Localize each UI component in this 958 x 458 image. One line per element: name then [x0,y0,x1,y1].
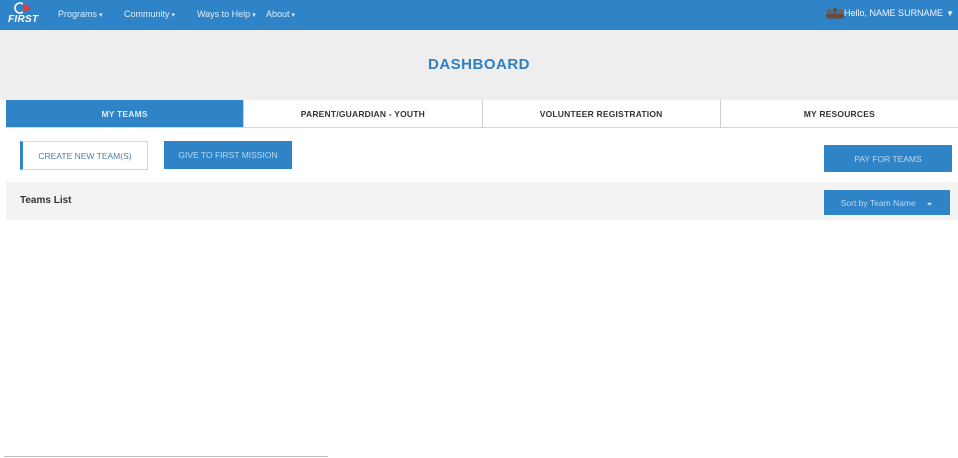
caret-down-icon: ▾ [99,12,103,19]
pay-for-teams-button[interactable]: PAY FOR TEAMS [824,145,952,172]
chevron-down-icon: ⌄ [925,197,934,207]
user-menu[interactable]: Hello, NAME SURNAME ▼ [844,8,954,18]
first-logo[interactable]: FIRST [8,2,38,28]
tab-my-teams[interactable]: MY TEAMS [6,100,245,127]
teams-list-header: Teams List Sort by Team Name ⌄ [6,182,958,220]
divider [4,456,328,457]
nav-programs[interactable]: Programs ▾ [58,9,103,19]
tab-parent-guardian-youth[interactable]: PARENT/GUARDIAN - YOUTH [244,100,483,127]
user-name: Hello, NAME SURNAME [844,8,944,18]
teams-list-title: Teams List [20,195,72,206]
logo-text: FIRST [8,14,39,25]
create-new-teams-button[interactable]: CREATE NEW TEAM(S) [20,141,148,170]
page-title: DASHBOARD [428,56,530,73]
give-to-first-mission-button[interactable]: GIVE TO FIRST MISSION [164,141,292,169]
nav-about[interactable]: About ▾ [266,9,295,19]
nav-ways-to-help-label: Ways to Help [197,9,251,19]
tab-my-resources[interactable]: MY RESOURCES [721,100,958,127]
caret-down-icon: ▾ [171,12,176,19]
nav-about-label: About [266,9,290,19]
caret-down-icon: ▾ [291,12,296,19]
tab-volunteer-registration[interactable]: VOLUNTEER REGISTRATION [483,100,721,127]
nav-ways-to-help[interactable]: Ways to Help ▾ [197,9,256,19]
dashboard-tabs: MY TEAMS PARENT/GUARDIAN - YOUTH VOLUNTE… [6,100,958,128]
title-band: DASHBOARD [0,30,958,100]
top-navbar: FIRST Programs ▾ Community ▾ Ways to Help ▾… [0,0,958,30]
first-logo-mark-icon [14,2,31,14]
nav-programs-label: Programs [58,9,98,19]
user-avatar-icon [826,8,844,19]
sort-label: Sort by Team Name [840,197,916,208]
nav-community-label: Community [124,9,170,19]
sort-dropdown[interactable]: Sort by Team Name ⌄ [824,190,950,215]
nav-community[interactable]: Community ▾ [124,9,175,19]
caret-down-icon: ▼ [946,9,954,18]
caret-down-icon: ▾ [252,12,256,19]
